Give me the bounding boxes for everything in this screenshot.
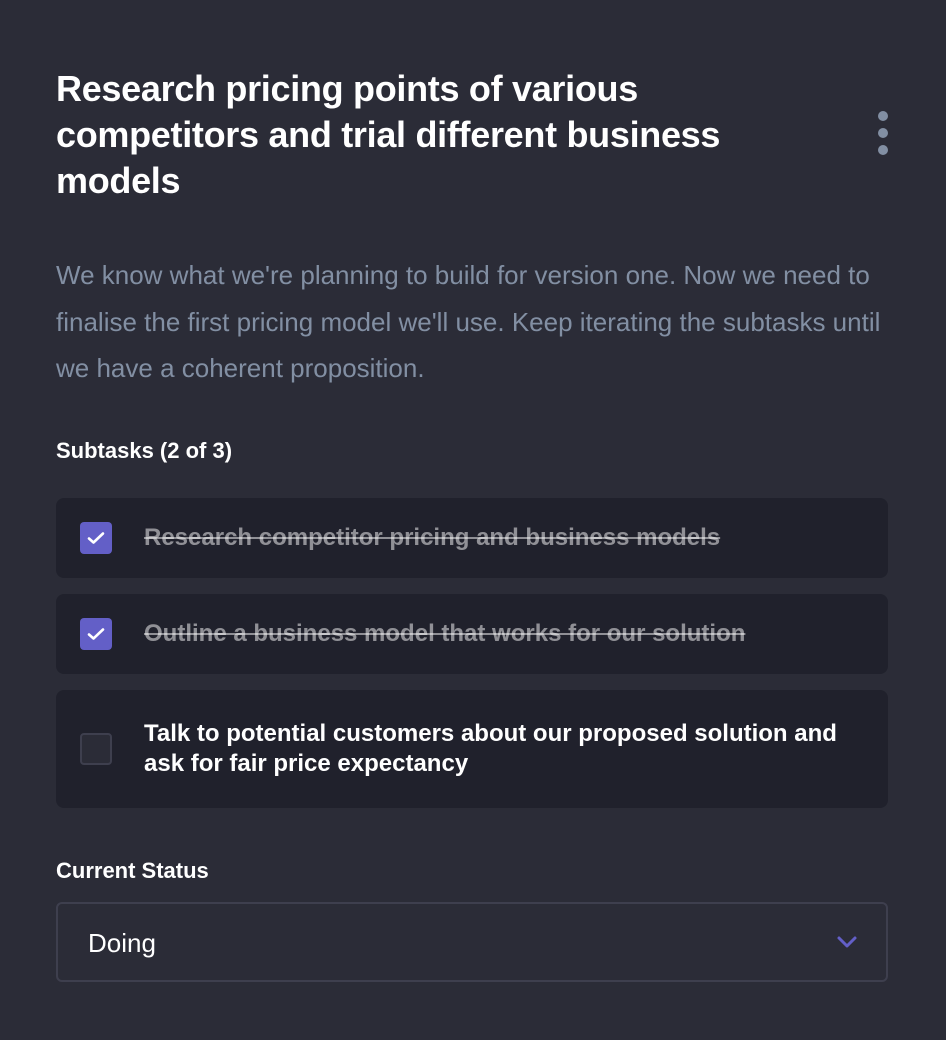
vertical-ellipsis-icon-dot xyxy=(878,145,888,155)
subtask-item[interactable]: Research competitor pricing and business… xyxy=(56,498,888,578)
subtasks-heading: Subtasks (2 of 3) xyxy=(56,438,233,463)
subtask-checkbox[interactable] xyxy=(80,522,112,554)
vertical-ellipsis-icon-dot xyxy=(878,128,888,138)
status-selected-value: Doing xyxy=(88,928,156,958)
subtask-item[interactable]: Talk to potential customers about our pr… xyxy=(56,690,888,808)
checkmark-icon xyxy=(87,628,105,640)
task-title: Research pricing points of various compe… xyxy=(56,68,721,201)
subtask-label: Outline a business model that works for … xyxy=(144,620,746,647)
subtask-checkbox[interactable] xyxy=(80,618,112,650)
task-header: Research pricing points of various compe… xyxy=(56,66,796,204)
checkmark-icon xyxy=(87,532,105,544)
chevron-down-icon xyxy=(837,936,857,948)
subtask-item[interactable]: Outline a business model that works for … xyxy=(56,594,888,674)
task-detail-modal: Research pricing points of various compe… xyxy=(0,0,946,1040)
subtask-checkbox[interactable] xyxy=(80,733,112,765)
status-heading: Current Status xyxy=(56,858,209,883)
subtask-label: Talk to potential customers about our pr… xyxy=(144,720,837,777)
status-dropdown[interactable]: Doing xyxy=(56,902,888,982)
subtask-label: Research competitor pricing and business… xyxy=(144,524,721,551)
vertical-ellipsis-icon xyxy=(878,111,888,121)
task-description: We know what we're planning to build for… xyxy=(56,260,881,383)
more-options-button[interactable] xyxy=(866,106,900,160)
